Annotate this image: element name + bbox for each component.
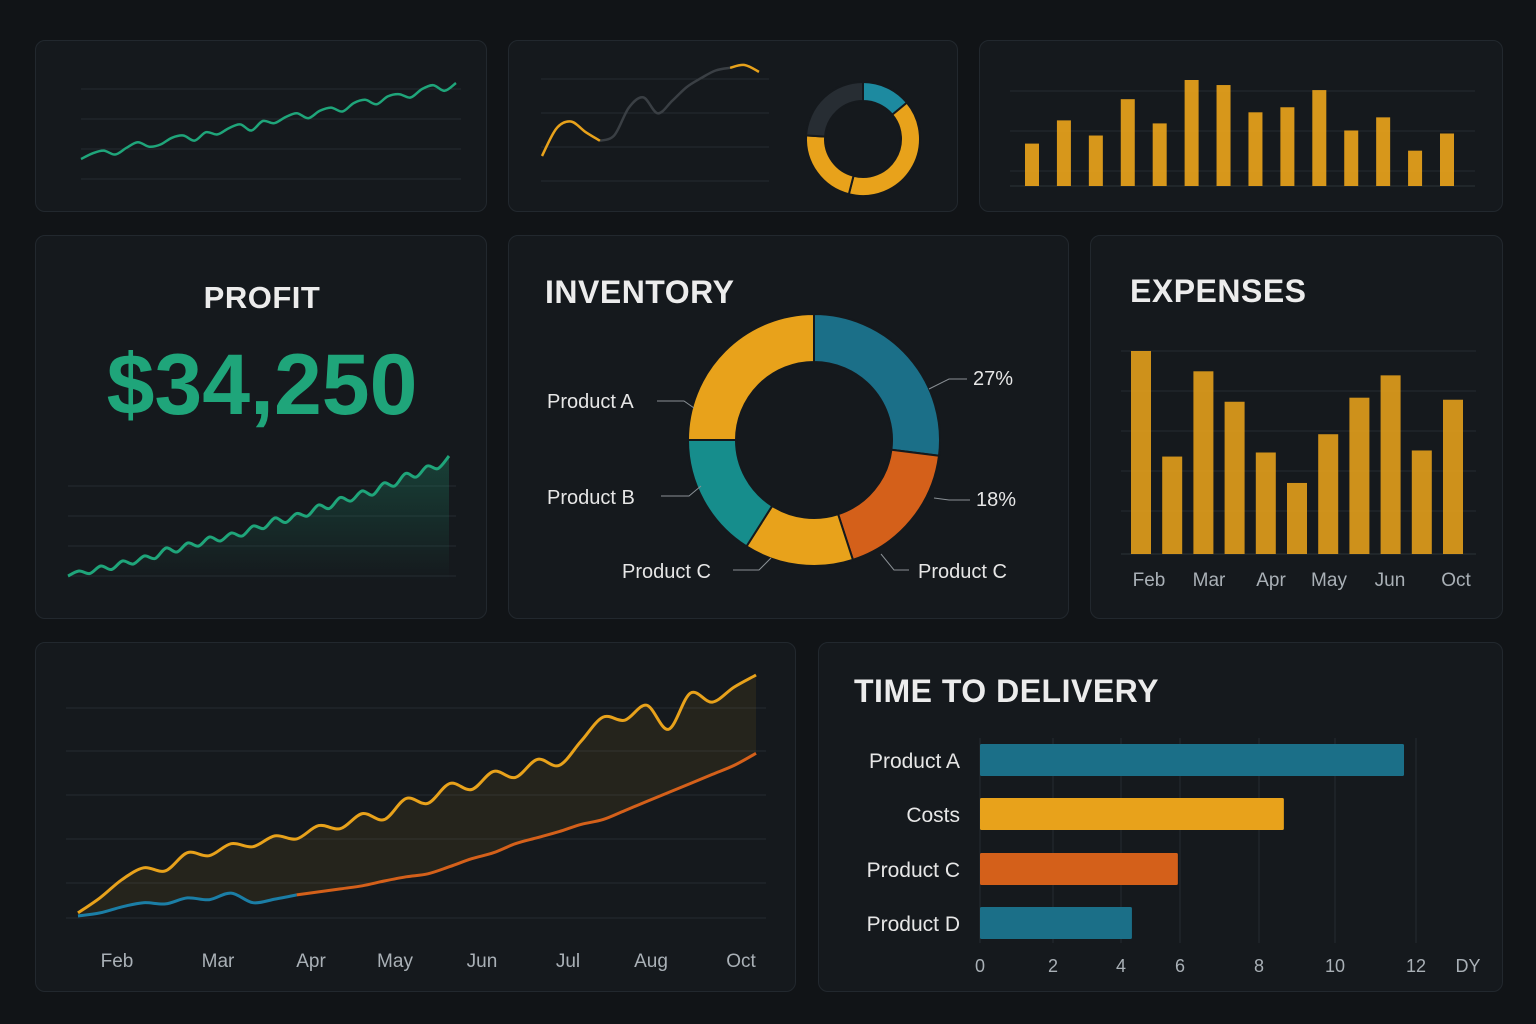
mini-bar-2: [1088, 135, 1103, 186]
mini-bar-chart: [1010, 80, 1475, 187]
expense-bar-3: [1224, 401, 1245, 554]
expense-bar-10: [1443, 399, 1463, 554]
trend-tick-6: Aug: [634, 951, 668, 972]
delivery-tick-2: 4: [1116, 956, 1126, 976]
delivery-tick-0: 0: [975, 956, 985, 976]
trend-line-chart: Feb Mar Apr May Jun Jul Aug Oct: [66, 673, 766, 972]
trend-tick-5: Jul: [556, 951, 580, 972]
mini-bar-0: [1025, 143, 1039, 186]
spark-line: [80, 81, 457, 161]
label-product-a: Product A: [547, 391, 634, 413]
expense-bar-5: [1287, 482, 1307, 554]
expense-bar-4: [1255, 452, 1276, 554]
delivery-category-3: Product D: [867, 913, 960, 936]
mini-bar-8: [1280, 107, 1295, 186]
trend-tick-4: Jun: [467, 951, 498, 972]
expense-bar-7: [1349, 397, 1370, 554]
expenses-card: EXPENSES Feb Mar Apr May Jun Oct: [1090, 235, 1503, 619]
mini-bars-card: [979, 40, 1503, 212]
delivery-bar-3: [980, 907, 1132, 939]
mini-line-accent-segment: [729, 63, 760, 74]
mini-bar-3: [1120, 99, 1135, 186]
mini-bar-1: [1056, 120, 1071, 186]
expense-bar-1: [1162, 456, 1183, 554]
trend-tick-0: Feb: [101, 951, 134, 972]
mini-bar-6: [1216, 85, 1231, 186]
profit-trend-chart: [67, 455, 456, 581]
expenses-tick-1: Mar: [1193, 570, 1226, 591]
delivery-category-2: Product C: [867, 859, 960, 882]
mini-bar-7: [1248, 112, 1263, 186]
label-pct-27: 27%: [973, 368, 1013, 390]
inventory-leader-1: [661, 485, 702, 497]
trend-tick-7: Oct: [726, 951, 756, 972]
trend-tick-1: Mar: [202, 951, 235, 972]
inventory-slice-1: [836, 448, 941, 562]
spark-card: [35, 40, 487, 212]
delivery-bar-0: [980, 744, 1404, 776]
mini-line-yellow-segment: [540, 120, 601, 157]
inventory-leader-3: [880, 553, 909, 571]
delivery-bar-chart: Product A Costs Product C Product D 0 2 4 6 8 10 1…: [867, 738, 1481, 976]
delivery-tick-4: 8: [1254, 956, 1264, 976]
mini-line-card: [508, 40, 958, 212]
inventory-leader-2: [733, 557, 772, 571]
label-product-c-right: Product C: [918, 561, 1007, 583]
delivery-unit-label: DY: [1455, 956, 1480, 976]
profit-card: PROFIT $34,250: [35, 235, 487, 619]
expense-bar-6: [1318, 434, 1339, 554]
inventory-leader-0: [657, 400, 695, 409]
expense-bar-0: [1131, 351, 1151, 554]
delivery-bar-2: [980, 853, 1178, 885]
mini-bar-5: [1184, 80, 1199, 186]
delivery-tick-5: 10: [1325, 956, 1345, 976]
mini-bar-12: [1408, 150, 1423, 186]
label-product-c-left: Product C: [622, 561, 711, 583]
mini-bar-9: [1312, 90, 1327, 186]
delivery-bar-1: [980, 798, 1284, 830]
delivery-category-0: Product A: [869, 750, 960, 773]
expenses-tick-0: Feb: [1133, 570, 1166, 591]
inventory-leader-4: [928, 378, 967, 390]
mini-bar-10: [1344, 130, 1359, 186]
mini-donut-slice-2: [805, 134, 855, 196]
trend-tick-3: May: [377, 951, 413, 972]
inventory-card: INVENTORY Product A Product B Product C …: [508, 235, 1069, 619]
inventory-slice-0: [813, 312, 941, 457]
mini-line-chart: [540, 63, 921, 197]
delivery-tick-3: 6: [1175, 956, 1185, 976]
expense-bar-2: [1193, 371, 1214, 554]
mini-donut-slice-1: [847, 101, 921, 197]
expense-bar-8: [1380, 375, 1401, 554]
trend-tick-2: Apr: [296, 951, 326, 972]
delivery-card: TIME TO DELIVERY Product A Costs Product C…: [818, 642, 1503, 992]
label-pct-18: 18%: [976, 489, 1016, 511]
expenses-tick-3: May: [1311, 570, 1347, 591]
expense-bar-9: [1411, 450, 1432, 554]
delivery-category-1: Costs: [906, 804, 960, 827]
mini-bar-11: [1376, 117, 1391, 186]
label-product-b: Product B: [547, 487, 635, 509]
delivery-tick-1: 2: [1048, 956, 1058, 976]
inventory-donut-chart: Product A Product B Product C Product C …: [547, 312, 1016, 583]
trend-card: Feb Mar Apr May Jun Jul Aug Oct: [35, 642, 796, 992]
spark-chart: [80, 81, 461, 180]
inventory-slice-4: [686, 312, 815, 441]
mini-bar-4: [1152, 123, 1167, 186]
mini-donut-slice-3: [805, 80, 864, 138]
expenses-tick-4: Jun: [1375, 570, 1406, 591]
delivery-tick-6: 12: [1406, 956, 1426, 976]
inventory-leader-5: [933, 497, 970, 501]
mini-bar-13: [1440, 133, 1454, 186]
expenses-bar-chart: Feb Mar Apr May Jun Oct: [1121, 350, 1476, 591]
expenses-tick-2: Apr: [1256, 570, 1286, 591]
expenses-tick-5: Oct: [1441, 570, 1471, 591]
